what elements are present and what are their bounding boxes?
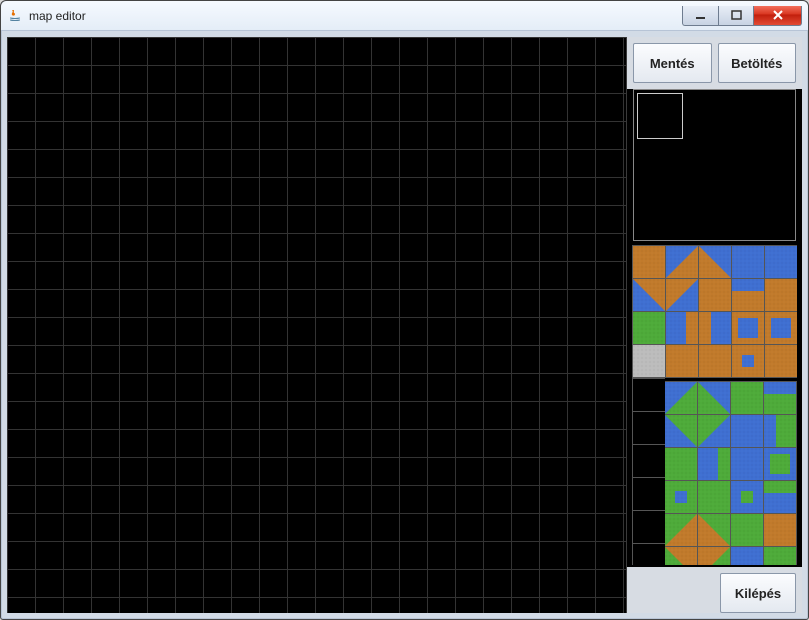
tile-green-tri-bl[interactable]	[665, 547, 697, 565]
tile-blue-bar-left-g[interactable]	[764, 415, 796, 447]
tile-blue-small-in-green[interactable]	[665, 481, 697, 513]
tile-dirt-full[interactable]	[765, 345, 797, 377]
tile-blue-full[interactable]	[731, 448, 763, 480]
bottom-button-row: Kilépés	[627, 567, 802, 613]
tile-green-bar-right[interactable]	[698, 448, 730, 480]
java-icon	[7, 8, 23, 24]
tile-green-sq-in-blue[interactable]	[764, 448, 796, 480]
tile-blue-tri-bl-g[interactable]	[665, 415, 697, 447]
tile-dirt-full[interactable]	[764, 514, 796, 546]
tile-green-full[interactable]	[731, 382, 763, 414]
tile-gray-full[interactable]	[633, 345, 665, 377]
tile-green-tri-tr[interactable]	[698, 514, 730, 546]
tile-blue-small-in-dirt[interactable]	[732, 345, 764, 377]
tile-green-full[interactable]	[665, 448, 697, 480]
tile-blue-tri-tr-g[interactable]	[698, 382, 730, 414]
tile-dirt-bar-left[interactable]	[699, 312, 731, 344]
exit-button[interactable]: Kilépés	[720, 573, 796, 613]
close-button[interactable]	[754, 6, 802, 26]
tile-dirt-full[interactable]	[699, 279, 731, 311]
tile-dirt-full[interactable]	[633, 246, 665, 278]
tile-dirt-full[interactable]	[765, 279, 797, 311]
empty-tile-slot	[633, 445, 665, 477]
tile-blue-square-in-dirt[interactable]	[765, 312, 797, 344]
preview-selection	[637, 93, 683, 139]
empty-tile-slot	[633, 511, 665, 543]
tile-dirt-bar-right[interactable]	[666, 312, 698, 344]
tile-green-full[interactable]	[698, 481, 730, 513]
tile-dirt-full[interactable]	[666, 345, 698, 377]
tile-blue-full[interactable]	[765, 246, 797, 278]
palette-group-2	[665, 381, 797, 565]
minimize-button[interactable]	[682, 6, 718, 26]
save-button[interactable]: Mentés	[633, 43, 712, 83]
tile-blue-bar-top[interactable]	[732, 279, 764, 311]
titlebar[interactable]: map editor	[1, 1, 808, 31]
tile-blue-full[interactable]	[731, 415, 763, 447]
tile-blue-tri-tr[interactable]	[699, 246, 731, 278]
maximize-button[interactable]	[718, 6, 754, 26]
tile-blue-full[interactable]	[731, 547, 763, 565]
empty-tile-slot	[633, 478, 665, 510]
tile-blue-tri-bl[interactable]	[633, 279, 665, 311]
window-title: map editor	[29, 9, 86, 23]
map-canvas[interactable]	[7, 37, 626, 613]
tile-dirt-full[interactable]	[699, 345, 731, 377]
tile-blue-tri-tl[interactable]	[666, 246, 698, 278]
tile-blue-full[interactable]	[732, 246, 764, 278]
palette-empty-column	[632, 378, 665, 565]
client-area: Mentés Betöltés Kilépés	[7, 37, 802, 613]
tile-blue-bar-top-g[interactable]	[764, 382, 796, 414]
app-window: map editor Mentés Betöltés	[0, 0, 809, 620]
tile-green-full[interactable]	[731, 514, 763, 546]
palette-group-1	[632, 245, 797, 378]
tile-blue-tri-br[interactable]	[666, 279, 698, 311]
empty-tile-slot	[633, 379, 665, 411]
tile-green-small-in-blue[interactable]	[731, 481, 763, 513]
window-controls	[682, 6, 802, 26]
tile-preview[interactable]	[633, 89, 796, 241]
tile-palette	[632, 245, 797, 565]
tile-green-full[interactable]	[633, 312, 665, 344]
tile-green-full[interactable]	[764, 547, 796, 565]
tile-blue-tri-tl-g[interactable]	[665, 382, 697, 414]
map-grid	[7, 37, 626, 613]
side-panel: Mentés Betöltés Kilépés	[626, 37, 802, 613]
empty-tile-slot	[633, 544, 665, 565]
load-button[interactable]: Betöltés	[718, 43, 797, 83]
empty-tile-slot	[633, 412, 665, 444]
tile-blue-tri-br-g[interactable]	[698, 415, 730, 447]
tile-blue-square-in-dirt[interactable]	[732, 312, 764, 344]
tile-green-tri-tl[interactable]	[665, 514, 697, 546]
tile-green-tri-br[interactable]	[698, 547, 730, 565]
tile-green-bar-top[interactable]	[764, 481, 796, 513]
top-button-row: Mentés Betöltés	[627, 37, 802, 89]
